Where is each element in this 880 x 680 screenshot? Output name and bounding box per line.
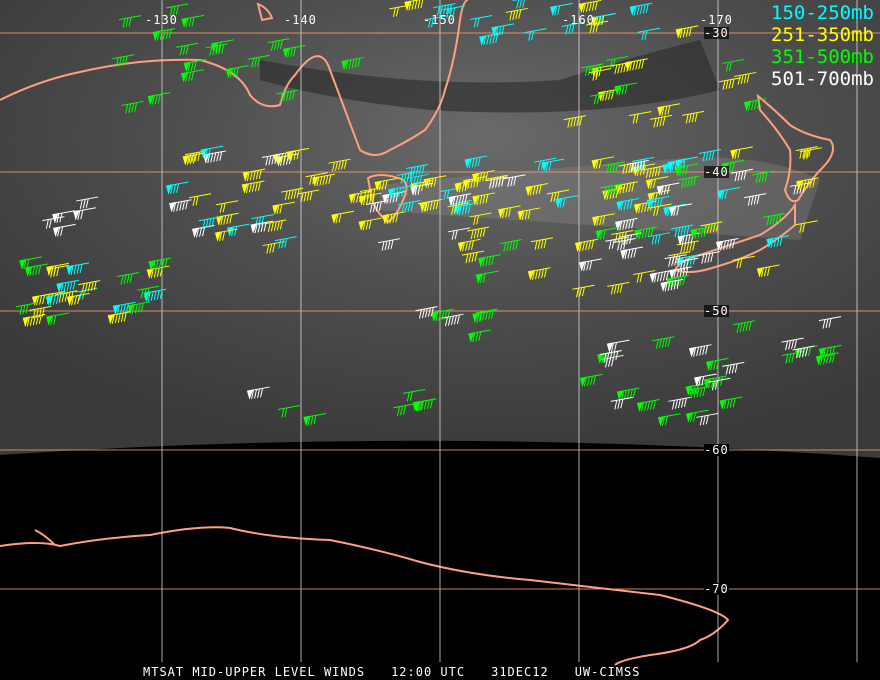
caption-date: 31DEC12: [491, 665, 549, 679]
satellite-wind-map: -130 -140 -150 -160 -170 -30 -40 -50 -60…: [0, 0, 880, 680]
caption-product: MTSAT MID-UPPER LEVEL WINDS: [143, 665, 366, 679]
antarctica-coast: [0, 526, 730, 666]
lat-label-50: -50: [704, 304, 729, 318]
caption-bar: MTSAT MID-UPPER LEVEL WINDS 12:00 UTC 31DE…: [143, 665, 666, 679]
lon-label-150: -150: [423, 13, 456, 27]
legend-150-250mb: 150-250mb: [771, 2, 874, 24]
legend-351-500mb: 351-500mb: [771, 46, 874, 68]
lat-label-70: -70: [704, 582, 729, 596]
legend-501-700mb: 501-700mb: [771, 68, 874, 90]
lon-label-140: -140: [284, 13, 317, 27]
lat-label-30: -30: [704, 26, 729, 40]
lon-label-160: -160: [562, 13, 595, 27]
lat-label-40: -40: [704, 165, 729, 179]
legend-251-350mb: 251-350mb: [771, 24, 874, 46]
caption-source: UW-CIMSS: [574, 665, 641, 679]
caption-time: 12:00 UTC: [391, 665, 466, 679]
lat-label-60: -60: [704, 443, 729, 457]
map-canvas: [0, 0, 880, 666]
lon-label-170: -170: [700, 13, 733, 27]
lon-label-130: -130: [145, 13, 178, 27]
